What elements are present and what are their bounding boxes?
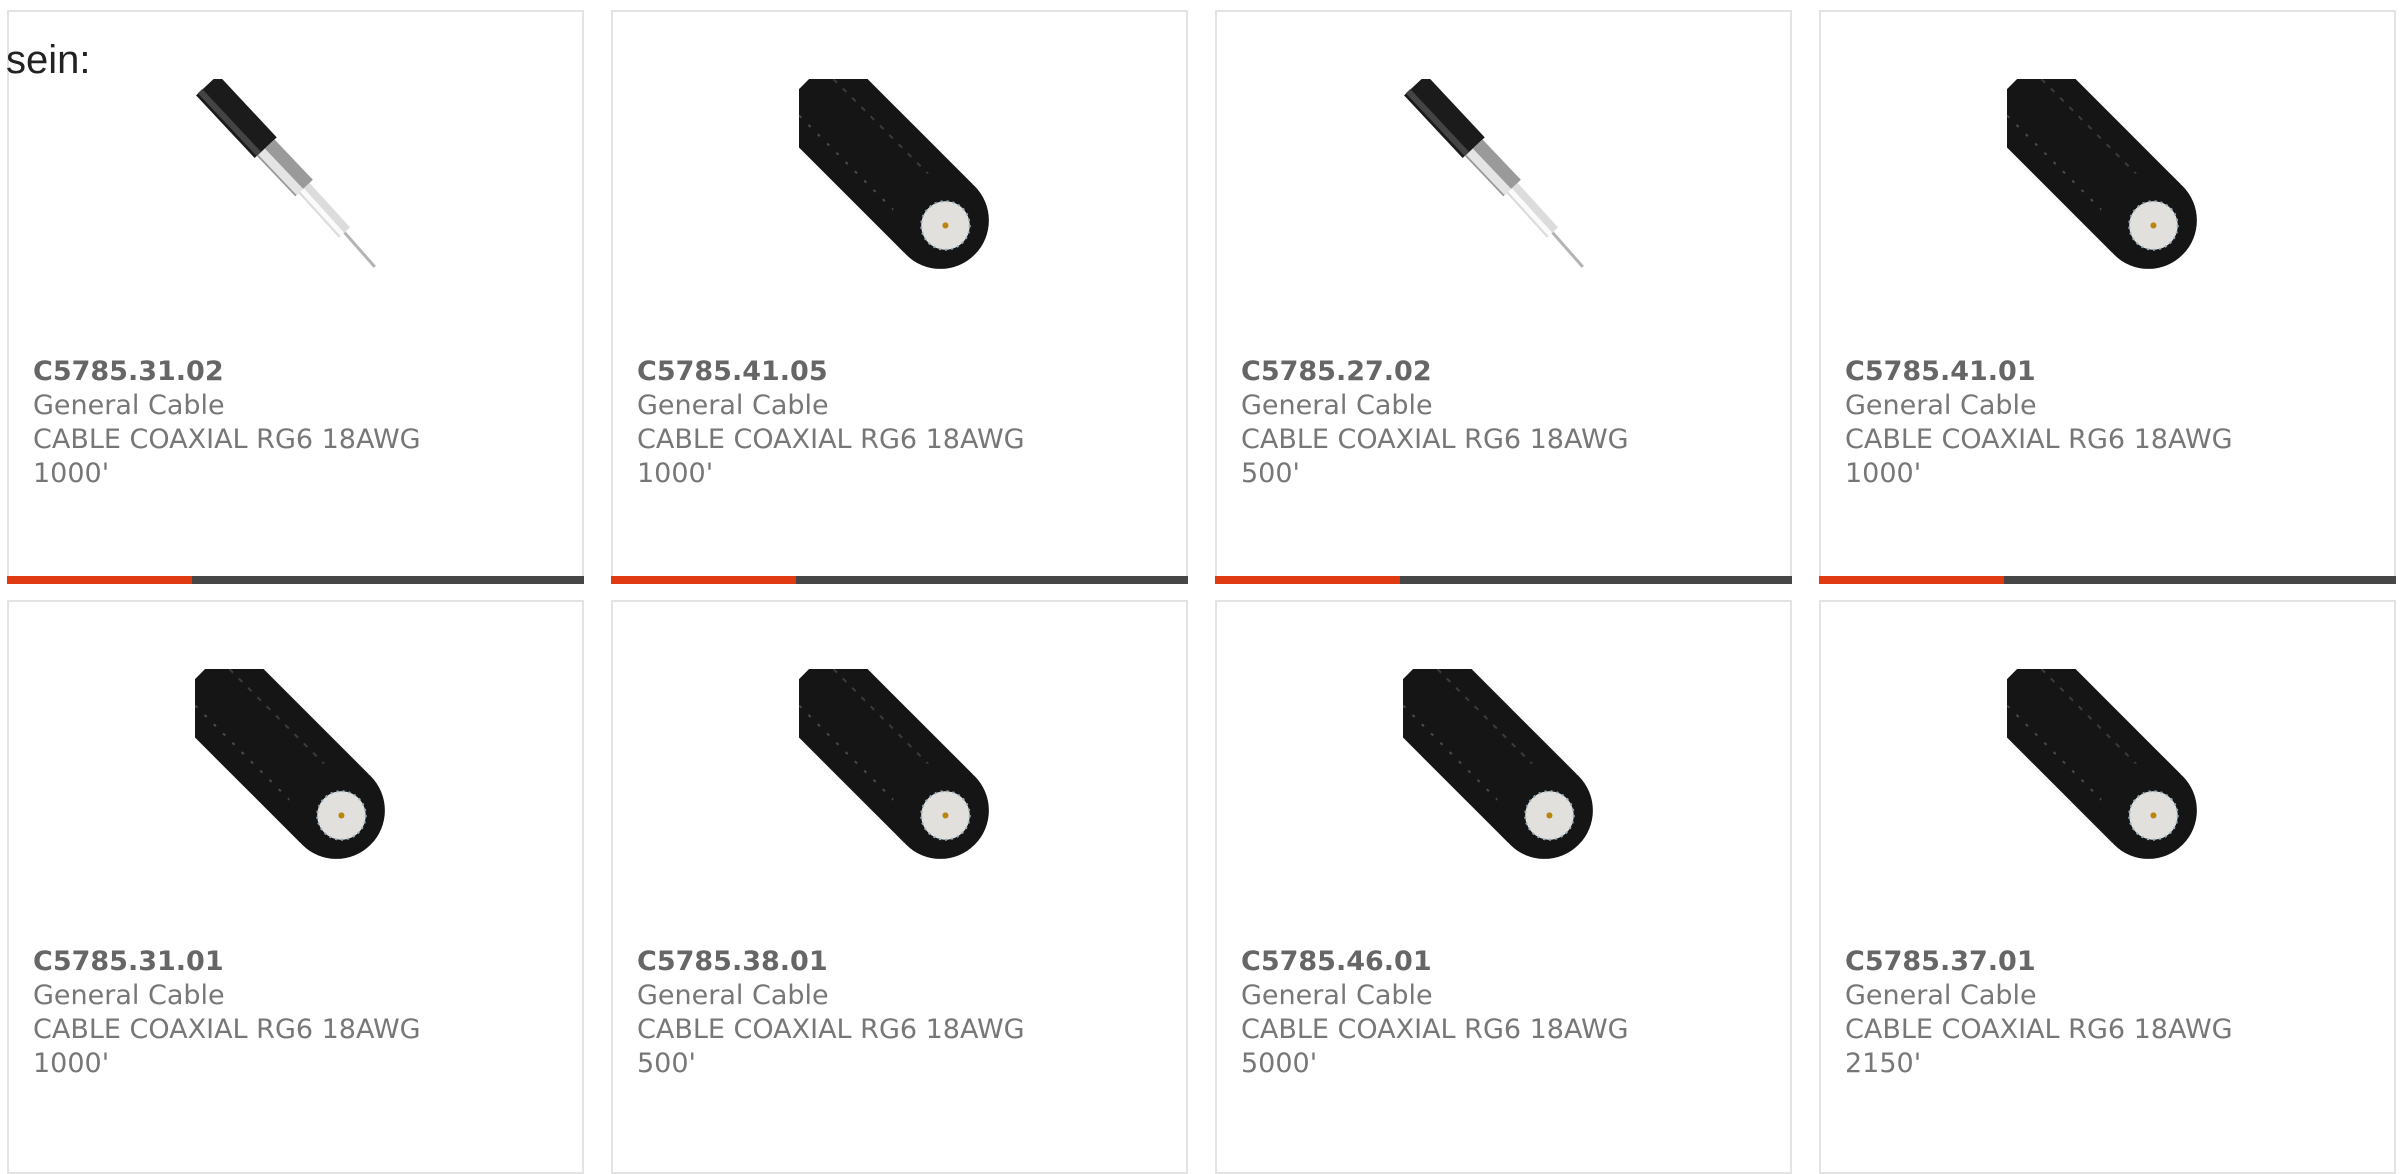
product-card[interactable]: C5785.31.02 General Cable CABLE COAXIAL RG… xyxy=(7,10,584,584)
product-card[interactable]: C5785.37.01 General Cable CABLE COAXIAL RG… xyxy=(1819,600,2396,1174)
part-number[interactable]: C5785.37.01 xyxy=(1845,945,2265,979)
product-card[interactable]: C5785.31.01 General Cable CABLE COAXIAL RG… xyxy=(7,600,584,1174)
part-number[interactable]: C5785.31.02 xyxy=(33,355,453,389)
part-number[interactable]: C5785.27.02 xyxy=(1241,355,1661,389)
product-grid: C5785.31.02 General Cable CABLE COAXIAL RG… xyxy=(0,0,2400,1174)
coax-cable-stripped-icon xyxy=(1403,79,1605,281)
product-description: CABLE COAXIAL RG6 18AWG 500' xyxy=(1241,424,1629,489)
product-description: CABLE COAXIAL RG6 18AWG 1000' xyxy=(33,424,421,489)
product-card[interactable]: C5785.38.01 General Cable CABLE COAXIAL RG… xyxy=(611,600,1188,1174)
card-progress-bar xyxy=(7,576,584,584)
product-card[interactable]: C5785.46.01 General Cable CABLE COAXIAL RG… xyxy=(1215,600,1792,1174)
product-description: CABLE COAXIAL RG6 18AWG 1000' xyxy=(33,1014,421,1079)
manufacturer: General Cable xyxy=(33,980,225,1011)
coax-cable-end-icon xyxy=(2007,79,2209,281)
coax-cable-end-icon xyxy=(195,669,397,871)
part-number[interactable]: C5785.38.01 xyxy=(637,945,1057,979)
part-number[interactable]: C5785.31.01 xyxy=(33,945,453,979)
card-progress-bar xyxy=(1215,576,1792,584)
product-info: C5785.31.01 General Cable CABLE COAXIAL RG… xyxy=(33,945,453,1081)
manufacturer: General Cable xyxy=(1241,390,1433,421)
product-description: CABLE COAXIAL RG6 18AWG 1000' xyxy=(1845,424,2233,489)
product-card[interactable]: C5785.41.05 General Cable CABLE COAXIAL RG… xyxy=(611,10,1188,584)
product-card[interactable]: C5785.27.02 General Cable CABLE COAXIAL RG… xyxy=(1215,10,1792,584)
product-info: C5785.38.01 General Cable CABLE COAXIAL RG… xyxy=(637,945,1057,1081)
card-progress-fill xyxy=(7,576,192,584)
product-description: CABLE COAXIAL RG6 18AWG 500' xyxy=(637,1014,1025,1079)
product-info: C5785.46.01 General Cable CABLE COAXIAL RG… xyxy=(1241,945,1661,1081)
card-progress-fill xyxy=(1215,576,1400,584)
card-progress-bar xyxy=(1819,576,2396,584)
coax-cable-end-icon xyxy=(799,669,1001,871)
coax-cable-stripped-icon xyxy=(195,79,397,281)
product-description: CABLE COAXIAL RG6 18AWG 2150' xyxy=(1845,1014,2233,1079)
coax-cable-end-icon xyxy=(799,79,1001,281)
product-info: C5785.31.02 General Cable CABLE COAXIAL RG… xyxy=(33,355,453,491)
card-progress-fill xyxy=(1819,576,2004,584)
coax-cable-end-icon xyxy=(2007,669,2209,871)
product-info: C5785.41.05 General Cable CABLE COAXIAL RG… xyxy=(637,355,1057,491)
coax-cable-end-icon xyxy=(1403,669,1605,871)
product-description: CABLE COAXIAL RG6 18AWG 5000' xyxy=(1241,1014,1629,1079)
product-info: C5785.37.01 General Cable CABLE COAXIAL RG… xyxy=(1845,945,2265,1081)
intro-text: sein: xyxy=(6,38,91,82)
product-info: C5785.27.02 General Cable CABLE COAXIAL RG… xyxy=(1241,355,1661,491)
manufacturer: General Cable xyxy=(33,390,225,421)
product-description: CABLE COAXIAL RG6 18AWG 1000' xyxy=(637,424,1025,489)
product-card[interactable]: C5785.41.01 General Cable CABLE COAXIAL RG… xyxy=(1819,10,2396,584)
part-number[interactable]: C5785.41.01 xyxy=(1845,355,2265,389)
manufacturer: General Cable xyxy=(637,980,829,1011)
card-progress-fill xyxy=(611,576,796,584)
manufacturer: General Cable xyxy=(1845,980,2037,1011)
manufacturer: General Cable xyxy=(637,390,829,421)
card-progress-bar xyxy=(611,576,1188,584)
part-number[interactable]: C5785.41.05 xyxy=(637,355,1057,389)
manufacturer: General Cable xyxy=(1241,980,1433,1011)
part-number[interactable]: C5785.46.01 xyxy=(1241,945,1661,979)
manufacturer: General Cable xyxy=(1845,390,2037,421)
product-info: C5785.41.01 General Cable CABLE COAXIAL RG… xyxy=(1845,355,2265,491)
